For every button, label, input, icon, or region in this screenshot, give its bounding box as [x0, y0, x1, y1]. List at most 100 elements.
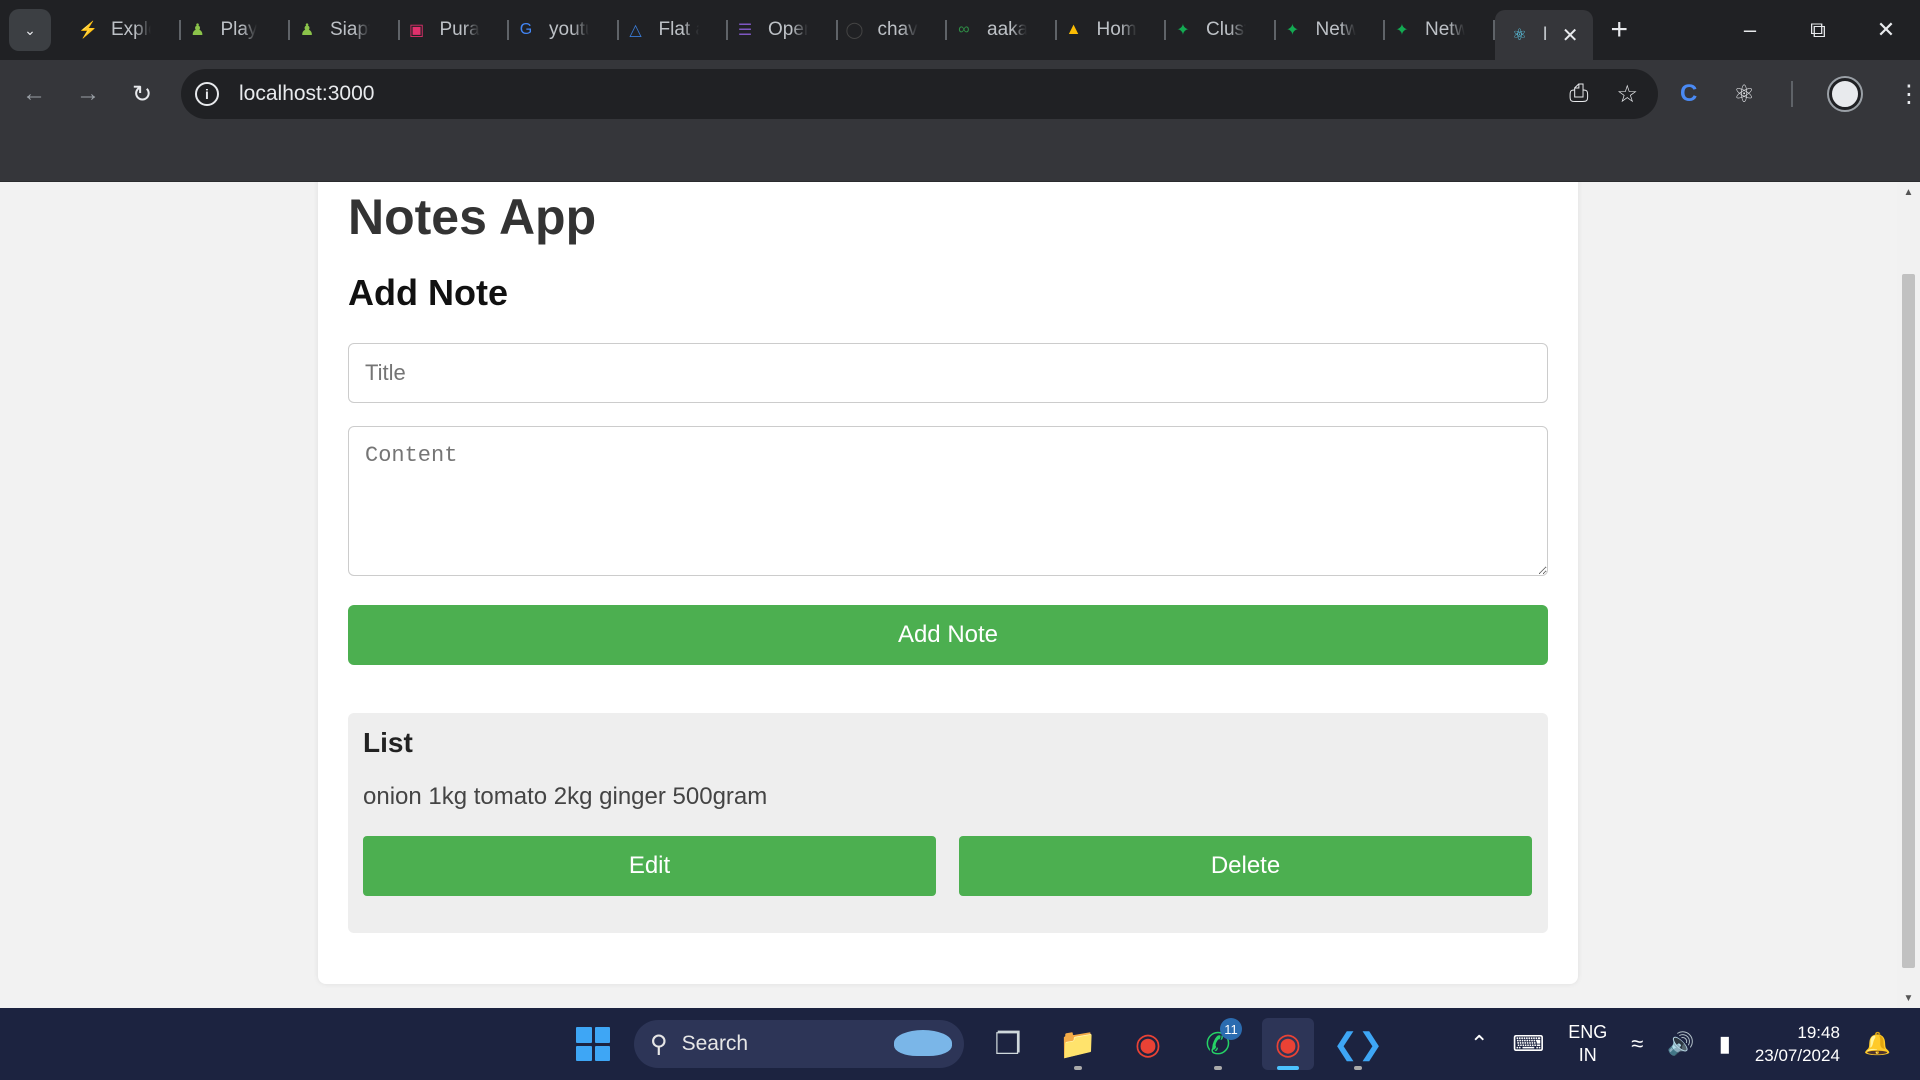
github-icon: ◯: [845, 22, 864, 39]
clock-date: 23/07/2024: [1754, 1046, 1840, 1065]
browser-tab-label: Pura: [439, 19, 480, 40]
close-window-button[interactable]: ✕: [1852, 0, 1920, 60]
clock[interactable]: 19:48 23/07/2024: [1755, 1021, 1840, 1067]
browser-tab[interactable]: ◯ chavl: [838, 10, 948, 50]
mongodb-icon: ✦: [1176, 22, 1190, 39]
url-text[interactable]: localhost:3000: [239, 82, 374, 106]
browser-tab[interactable]: ▲ Hom: [1057, 10, 1167, 50]
taskbar-search-label: Search: [681, 1032, 749, 1055]
more-menu-icon[interactable]: ⋮: [1897, 80, 1920, 109]
browser-toolbar: ← → ↻ i localhost:3000 ⎙ ☆ C ⚛ ⋮: [0, 60, 1920, 128]
tab-list: ⚡ Explo ♟ Play ♟ Siapt ▣ Pura Gyoutu △ Flat a ☰ Oper…: [71, 0, 1628, 60]
taskbar-search[interactable]: ⚲ Search: [634, 1020, 964, 1068]
browser-tab[interactable]: ☰ Oper: [728, 10, 838, 50]
minimize-icon: –: [1743, 17, 1757, 42]
site-info-icon[interactable]: i: [195, 82, 219, 106]
profile-avatar[interactable]: [1826, 76, 1863, 112]
clock-time: 19:48: [1797, 1023, 1840, 1042]
flat-icon: △: [629, 22, 642, 39]
tab-search-button[interactable]: ⌄: [9, 9, 51, 51]
browser-tab-label: Clust: [1206, 19, 1246, 40]
chevron-up-icon[interactable]: ⌃: [1470, 1031, 1488, 1057]
address-bar-actions: ⎙ ☆: [1569, 69, 1638, 119]
mongodb-icon: ✦: [1395, 22, 1409, 39]
scroll-up-arrow-icon[interactable]: ▲: [1897, 182, 1920, 202]
add-note-button[interactable]: Add Note: [348, 605, 1548, 665]
chevron-down-icon: ⌄: [24, 21, 36, 38]
browser-tab[interactable]: ♟ Play: [181, 10, 291, 50]
page-viewport: Notes App Add Note Add Note List onion 1…: [0, 182, 1897, 1008]
browser-tab[interactable]: ▣ Pura: [400, 10, 510, 50]
react-icon: ⚛: [1512, 27, 1527, 44]
delete-note-button[interactable]: Delete: [959, 836, 1532, 896]
arrow-right-icon: →: [76, 80, 100, 107]
browser-tab-label: chavl: [877, 19, 918, 40]
browser-tab-label: youtu: [549, 19, 589, 40]
taskbar-apps: ⚲ Search ❐ 📁 ◉ ✆ 11 ◉ ❮❯: [570, 1008, 1384, 1080]
browser-tab-strip: ⌄ ⚡ Explo ♟ Play ♟ Siapt ▣ Pura Gyoutu △ Flat a ☰ Op…: [0, 0, 1920, 60]
browser-tab[interactable]: Gyoutu: [509, 10, 619, 50]
google-icon: G: [519, 21, 533, 38]
file-explorer-icon[interactable]: 📁: [1052, 1018, 1104, 1070]
note-content: onion 1kg tomato 2kg ginger 500gram: [363, 783, 768, 810]
extensions-puzzle-icon[interactable]: ⚛: [1733, 80, 1755, 109]
volume-icon[interactable]: 🔊: [1667, 1031, 1694, 1057]
browser-tab-label: Netw: [1425, 19, 1465, 40]
chess-icon: ♟: [299, 22, 315, 39]
app-title: Notes App: [348, 189, 597, 245]
reload-button[interactable]: ↻: [122, 74, 162, 114]
page-scrollbar[interactable]: ▲ ▼: [1897, 182, 1920, 1008]
vscode-icon[interactable]: ❮❯: [1332, 1018, 1384, 1070]
notification-bell-icon[interactable]: 🔔: [1864, 1031, 1891, 1057]
extension-c-icon[interactable]: C: [1680, 80, 1697, 108]
browser-tab[interactable]: ⚡ Explo: [71, 10, 181, 50]
windows-taskbar: ⚲ Search ❐ 📁 ◉ ✆ 11 ◉ ❮❯ ⌃ ⌨ ENG IN ≈ 🔊 ▮…: [0, 1008, 1920, 1080]
note-content-textarea[interactable]: [348, 426, 1548, 576]
browser-tab[interactable]: ✦ Netw: [1385, 10, 1495, 50]
chess-icon: ♟: [190, 22, 205, 39]
close-icon: ✕: [1876, 17, 1896, 42]
browser-tab[interactable]: ✦ Clust: [1166, 10, 1276, 50]
note-title-input[interactable]: [348, 343, 1548, 403]
browser-tab-label: aaka: [987, 19, 1027, 40]
codeforces-icon: ⚡: [78, 22, 98, 39]
reload-icon: ↻: [131, 80, 153, 108]
browser-tab-label: Hom: [1096, 19, 1137, 40]
install-app-icon[interactable]: ⎙: [1569, 80, 1588, 108]
browser-tab[interactable]: ✦ Netw: [1276, 10, 1386, 50]
new-tab-plus-icon[interactable]: +: [1611, 13, 1629, 47]
geeksforgeeks-icon: ∞: [958, 21, 970, 38]
browser-tab[interactable]: △ Flat a: [619, 10, 729, 50]
back-button[interactable]: ←: [14, 74, 54, 114]
browser-tab-label: Explo: [111, 19, 151, 40]
chrome-profile-icon[interactable]: ◉: [1262, 1018, 1314, 1070]
minimize-button[interactable]: –: [1716, 0, 1784, 60]
language-indicator[interactable]: ENG IN: [1568, 1021, 1607, 1067]
toolbar-divider: [1790, 81, 1793, 107]
whatsapp-icon[interactable]: ✆ 11: [1192, 1018, 1244, 1070]
notes-list: List onion 1kg tomato 2kg ginger 500gram…: [348, 713, 1548, 933]
browser-tab-label: Netw: [1315, 19, 1356, 40]
close-tab-icon[interactable]: ✕: [1562, 23, 1579, 48]
active-browser-tab[interactable]: ⚛ I ✕: [1494, 10, 1593, 60]
scroll-down-arrow-icon[interactable]: ▼: [1897, 988, 1920, 1008]
keyboard-icon[interactable]: ⌨: [1512, 1031, 1544, 1057]
language-label: ENG: [1568, 1022, 1608, 1042]
edit-note-button[interactable]: Edit: [363, 836, 936, 896]
windows-start-icon[interactable]: [570, 1021, 616, 1067]
chrome-icon[interactable]: ◉: [1122, 1018, 1174, 1070]
active-tab-label: I: [1542, 24, 1548, 45]
battery-icon[interactable]: ▮: [1719, 1031, 1731, 1057]
forward-button[interactable]: →: [68, 74, 108, 114]
browser-tab[interactable]: ♟ Siapt: [290, 10, 400, 50]
bookmark-star-icon[interactable]: ☆: [1616, 80, 1638, 109]
restore-button[interactable]: ⧉: [1784, 0, 1852, 60]
browser-tab-label: Play: [220, 19, 258, 40]
arrow-left-icon: ←: [22, 80, 46, 107]
browser-tab[interactable]: ∞ aaka: [947, 10, 1057, 50]
address-bar[interactable]: i localhost:3000 ⎙ ☆: [181, 69, 1658, 119]
scrollbar-thumb[interactable]: [1902, 274, 1915, 968]
wifi-icon[interactable]: ≈: [1631, 1031, 1643, 1057]
list-heading: List: [363, 727, 413, 758]
task-view-icon[interactable]: ❐: [982, 1018, 1034, 1070]
